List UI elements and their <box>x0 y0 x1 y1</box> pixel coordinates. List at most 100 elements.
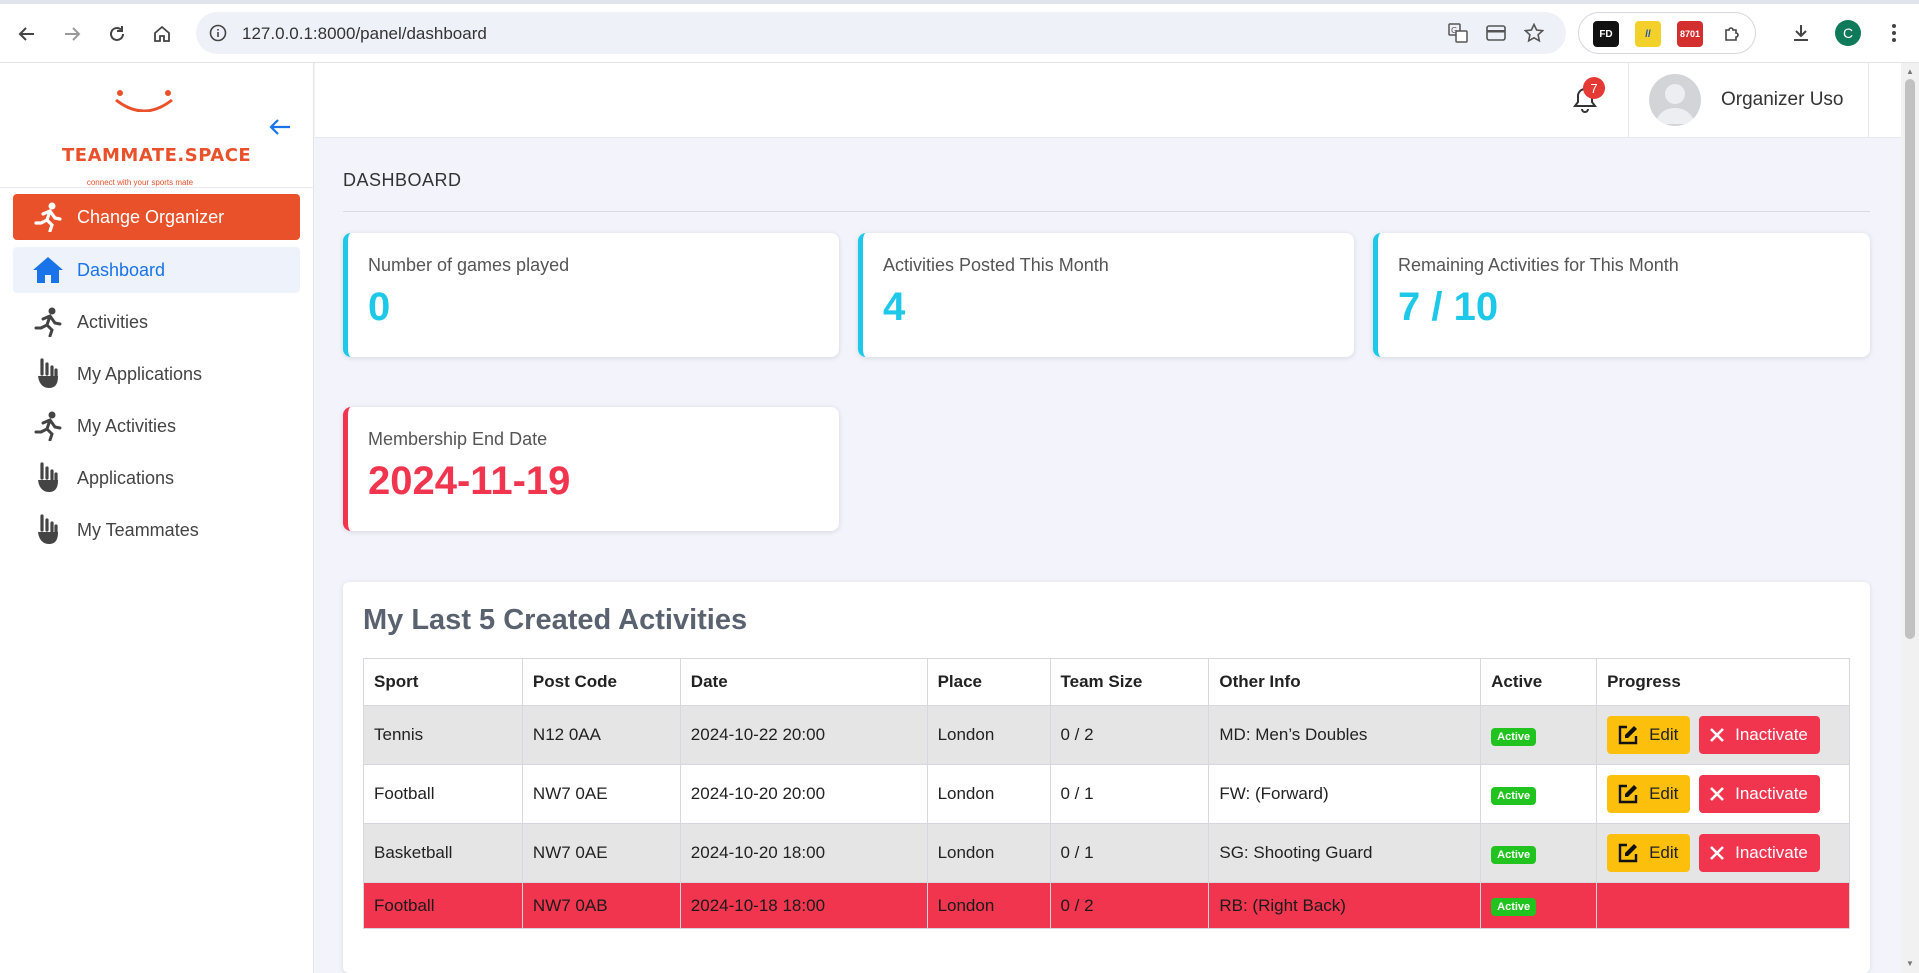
stat-value: 7 / 10 <box>1398 285 1499 329</box>
avatar[interactable] <box>1649 74 1701 126</box>
stat-value: 2024-11-19 <box>368 459 571 503</box>
menu-kebab-icon[interactable] <box>1880 19 1908 47</box>
header-divider <box>1628 63 1629 138</box>
inactivate-button[interactable]: Inactivate <box>1699 834 1820 872</box>
sidebar-item-activities[interactable]: Activities <box>13 299 300 345</box>
runner-icon <box>31 200 65 234</box>
stat-label: Membership End Date <box>368 429 548 449</box>
column-header: Other Info <box>1208 658 1482 706</box>
table-row: Football NW7 0AB 2024-10-18 18:00 London… <box>363 882 1850 929</box>
sidebar-item-my-applications[interactable]: My Applications <box>13 351 300 397</box>
cell-active: Active <box>1480 882 1598 929</box>
brand-tagline: connect with your sports mate <box>86 178 194 187</box>
cell-sport: Basketball <box>363 823 523 883</box>
stat-card-games-played: Number of games played 0 <box>343 233 839 357</box>
edit-label: Edit <box>1649 843 1679 862</box>
edit-icon <box>1618 725 1638 745</box>
cell-team-size: 0 / 1 <box>1049 823 1210 883</box>
cell-progress: Edit Inactivate <box>1596 764 1850 824</box>
home-browser-icon[interactable] <box>147 19 177 49</box>
change-organizer-button[interactable]: Change Organizer <box>13 194 300 240</box>
cell-progress: Edit Inactivate <box>1596 823 1850 883</box>
edit-button[interactable]: Edit <box>1607 716 1691 754</box>
edit-label: Edit <box>1649 725 1679 744</box>
stat-value: 0 <box>368 285 391 329</box>
header-divider <box>1868 63 1869 138</box>
sidebar-item-label: Activities <box>77 311 149 332</box>
sidebar-collapse-arrow-icon[interactable] <box>266 113 294 141</box>
page-scrollbar[interactable]: ▲ ▼ <box>1901 63 1919 973</box>
sidebar-item-label: Dashboard <box>77 259 166 280</box>
table-row: Basketball NW7 0AE 2024-10-20 18:00 Lond… <box>363 823 1850 883</box>
brand-logo[interactable]: TEAMMATE.SPACE connect with your sports … <box>62 88 251 187</box>
sidebar-item-dashboard[interactable]: Dashboard <box>13 247 300 293</box>
top-header: 7 Organizer Uso <box>315 63 1901 138</box>
status-badge: Active <box>1491 786 1537 805</box>
edit-icon <box>1618 843 1638 863</box>
sidebar-item-label: Applications <box>77 467 175 488</box>
stat-label: Remaining Activities for This Month <box>1398 255 1679 275</box>
cell-team-size: 0 / 1 <box>1049 764 1210 824</box>
table-row: Football NW7 0AE 2024-10-20 20:00 London… <box>363 764 1850 824</box>
download-icon[interactable] <box>1787 19 1815 47</box>
scrollbar-thumb[interactable] <box>1905 79 1915 639</box>
close-icon <box>1710 728 1725 742</box>
back-icon[interactable] <box>12 19 42 49</box>
cell-post-code: NW7 0AB <box>521 882 681 929</box>
address-bar[interactable]: 127.0.0.1:8000/panel/dashboard G <box>196 12 1566 54</box>
badge-extension-icon[interactable]: 8701 <box>1677 21 1703 47</box>
puzzle-icon[interactable] <box>1719 21 1745 47</box>
activities-table: Sport Post Code Date Place Team Size Oth… <box>363 658 1850 929</box>
cell-place: London <box>926 705 1051 765</box>
inactivate-button[interactable]: Inactivate <box>1699 775 1820 813</box>
scroll-down-icon[interactable]: ▼ <box>1905 959 1915 969</box>
cell-place: London <box>926 764 1051 824</box>
sidebar-item-my-teammates[interactable]: My Teammates <box>13 507 300 553</box>
column-header: Place <box>926 658 1051 706</box>
status-badge: Active <box>1491 727 1537 746</box>
bookmark-star-icon[interactable] <box>1522 21 1546 45</box>
inactivate-button[interactable]: Inactivate <box>1699 716 1820 754</box>
status-badge: Active <box>1491 898 1537 916</box>
hand-icon <box>31 461 65 495</box>
panel-title: My Last 5 Created Activities <box>363 604 748 636</box>
inactivate-label: Inactivate <box>1735 843 1808 862</box>
table-header-row: Sport Post Code Date Place Team Size Oth… <box>363 658 1850 706</box>
fd-extension-icon[interactable]: FD <box>1593 21 1619 47</box>
translate-icon[interactable]: G <box>1446 21 1470 45</box>
cell-progress <box>1596 882 1850 929</box>
site-info-icon[interactable] <box>206 21 230 45</box>
edit-button[interactable]: Edit <box>1607 834 1691 872</box>
card-icon[interactable] <box>1484 21 1508 45</box>
cell-post-code: N12 0AA <box>521 705 681 765</box>
forward-icon[interactable] <box>57 19 87 49</box>
close-icon <box>1710 846 1725 860</box>
cell-other-info: RB: (Right Back) <box>1208 882 1482 929</box>
stat-card-membership-end: Membership End Date 2024-11-19 <box>343 407 839 531</box>
profile-avatar[interactable]: C <box>1835 20 1861 46</box>
url-text[interactable]: 127.0.0.1:8000/panel/dashboard <box>242 24 487 44</box>
cell-date: 2024-10-18 18:00 <box>679 882 928 929</box>
sidebar-divider <box>0 187 314 188</box>
hand-icon <box>31 357 65 391</box>
cell-date: 2024-10-20 20:00 <box>679 764 928 824</box>
runner-icon <box>31 409 65 443</box>
cell-team-size: 0 / 2 <box>1049 882 1210 929</box>
column-header: Post Code <box>521 658 681 706</box>
yellow-extension-icon[interactable]: // <box>1635 21 1661 47</box>
user-name[interactable]: Organizer Uso <box>1721 89 1844 111</box>
column-header: Sport <box>363 658 523 706</box>
logo-smile-icon <box>115 90 173 112</box>
sidebar-item-applications[interactable]: Applications <box>13 455 300 501</box>
scroll-up-icon[interactable]: ▲ <box>1905 67 1915 77</box>
activities-panel: My Last 5 Created Activities Sport Post … <box>343 582 1870 973</box>
stat-label: Number of games played <box>368 255 570 275</box>
reload-icon[interactable] <box>102 19 132 49</box>
sidebar-item-my-activities[interactable]: My Activities <box>13 403 300 449</box>
cell-active: Active <box>1480 705 1598 765</box>
cell-other-info: MD: Men’s Doubles <box>1208 705 1482 765</box>
cell-sport: Tennis <box>363 705 523 765</box>
page-title: DASHBOARD <box>343 170 462 190</box>
cell-post-code: NW7 0AE <box>521 764 681 824</box>
edit-button[interactable]: Edit <box>1607 775 1691 813</box>
